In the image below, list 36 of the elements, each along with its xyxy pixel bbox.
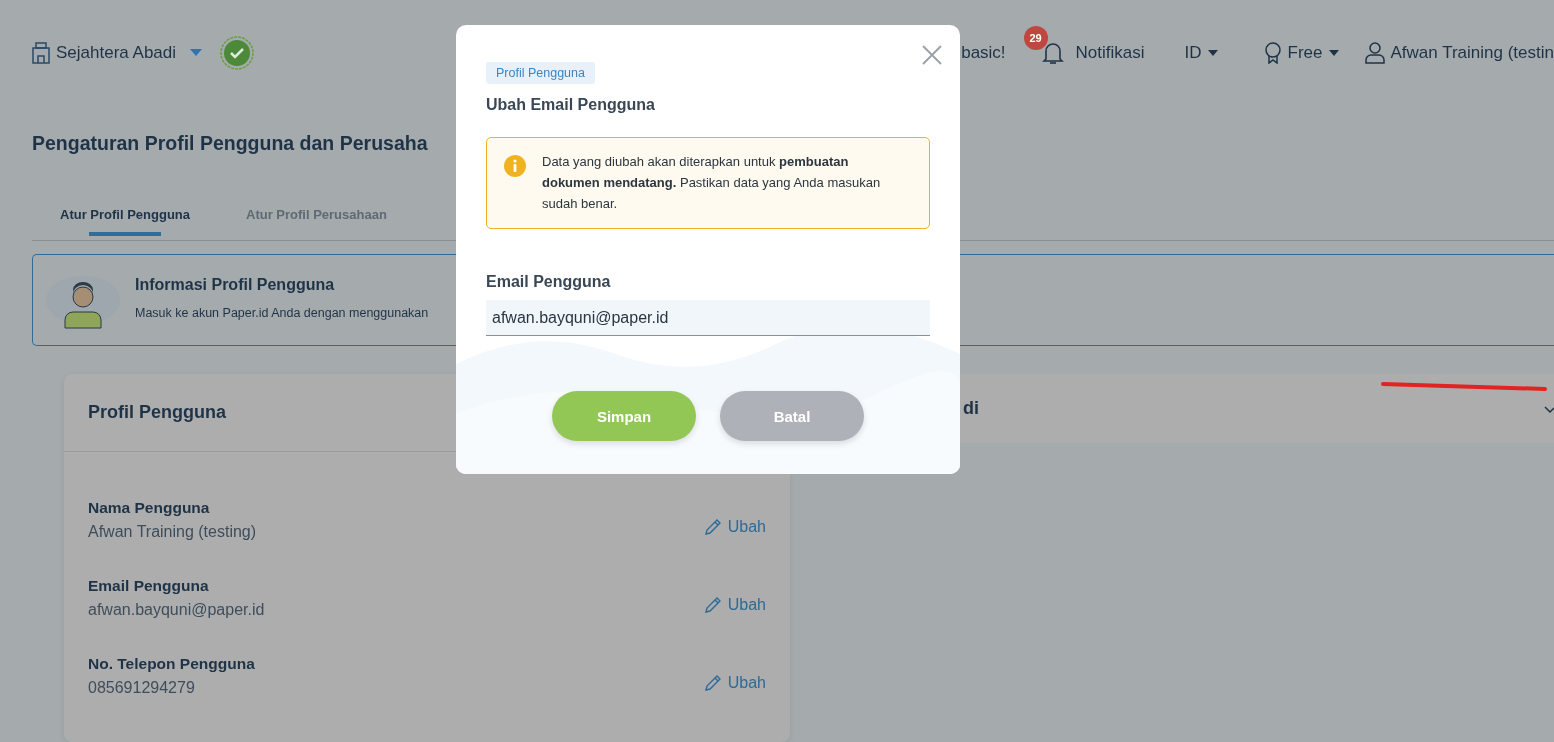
field-label: Nama Pengguna	[88, 499, 211, 517]
language-selector[interactable]: ID	[1184, 42, 1218, 63]
email-input[interactable]: afwan.bayquni@paper.id	[486, 300, 930, 336]
ribbon-icon	[1263, 41, 1282, 64]
person-icon	[1364, 41, 1385, 64]
field-value: 085691294279	[88, 679, 196, 697]
section-tag: Profil Pengguna	[486, 62, 595, 84]
card-title: di	[963, 398, 979, 419]
building-icon	[32, 41, 50, 64]
field-label: Email Pengguna	[88, 577, 210, 595]
field-label: Email Pengguna	[486, 273, 612, 291]
pencil-icon	[703, 596, 722, 614]
banner-text: Masuk ke akun Paper.id Anda dengan menggunakan	[135, 306, 429, 321]
page-title: Pengaturan Profil Pengguna dan Perusaha	[32, 132, 429, 156]
pencil-icon	[703, 518, 722, 536]
pencil-icon	[703, 674, 722, 692]
info-icon	[504, 155, 526, 177]
notifications-link[interactable]: Notifikasi	[1075, 42, 1145, 63]
plan-selector[interactable]: Free	[1263, 41, 1339, 64]
caret-icon	[190, 49, 203, 57]
close-icon	[922, 45, 942, 65]
chevron-down-icon[interactable]	[1544, 403, 1554, 414]
modal-title: Ubah Email Pengguna	[486, 96, 656, 114]
user-menu[interactable]: Afwan Training (testin	[1364, 41, 1554, 64]
close-button[interactable]	[922, 45, 942, 65]
field-label: No. Telepon Pengguna	[88, 655, 255, 673]
company-selector[interactable]: Sejahtera Abadi	[32, 41, 203, 64]
field-value: Afwan Training (testing)	[88, 523, 257, 541]
banner-title: Informasi Profil Pengguna	[135, 276, 336, 295]
notification-badge: 29	[1023, 25, 1048, 50]
promo-text: basic!	[961, 42, 1006, 63]
card-title: Profil Pengguna	[88, 402, 226, 423]
field-value: afwan.bayquni@paper.id	[88, 601, 265, 619]
caret-icon	[1207, 49, 1218, 56]
notice-text: Data yang diubah akan diterapkan untuk pembuatan dokumen mendatang. Pastikan data yang Anda masukan sudah benar.	[542, 153, 882, 213]
caret-icon	[1328, 49, 1339, 56]
